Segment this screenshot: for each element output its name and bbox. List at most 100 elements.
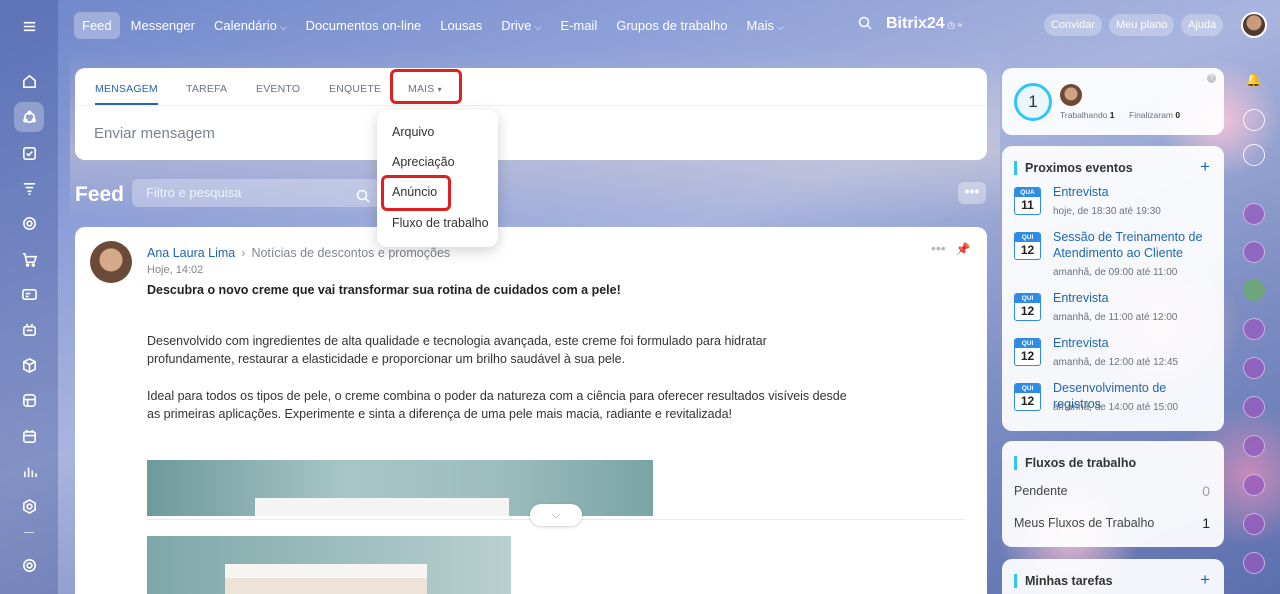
tab-enquete[interactable]: ENQUETE: [329, 83, 381, 95]
event-time: amanhã, de 14:00 até 15:00: [1053, 402, 1179, 413]
tasks-title[interactable]: Minhas tarefas: [1014, 574, 1113, 588]
working-count: 1: [1109, 110, 1115, 120]
chat-avatar[interactable]: [1243, 513, 1265, 535]
plan-label: Meu plano: [1116, 19, 1168, 31]
upcoming-events-widget: Proximos eventos + QUA 11 Entrevista hoje…: [1002, 146, 1224, 431]
brand-logo: Bitrix24 ◷ ≈: [886, 15, 963, 33]
menu-item-fluxo[interactable]: Fluxo de trabalho: [392, 216, 489, 230]
post-destination[interactable]: Notícias de descontos e promoções: [251, 246, 450, 260]
analytics-icon[interactable]: [14, 456, 44, 486]
clock-icon: ◷ ≈: [944, 20, 963, 30]
post-menu-icon[interactable]: •••: [931, 240, 946, 256]
filter-icon[interactable]: [14, 173, 44, 203]
message-input[interactable]: Enviar mensagem: [94, 125, 215, 142]
hex-icon[interactable]: [14, 491, 44, 521]
nav-label: Feed: [82, 17, 112, 33]
add-task-button[interactable]: +: [1200, 570, 1210, 590]
nav-label: E-mail: [560, 17, 598, 33]
box-icon[interactable]: [14, 350, 44, 380]
chat-avatar[interactable]: [1243, 552, 1265, 574]
workflows-title[interactable]: Fluxos de trabalho: [1014, 456, 1136, 470]
nav-more[interactable]: Mais ⌵: [739, 12, 792, 39]
worktime-counter[interactable]: 1: [1014, 83, 1052, 121]
chat-avatar[interactable]: [1243, 318, 1265, 340]
nav-boards[interactable]: Lousas: [432, 12, 490, 39]
worktime-widget: 1 Trabalhando 1 Finalizaram 0 ?: [1002, 68, 1224, 135]
chat-avatar[interactable]: [1243, 203, 1265, 225]
activity-icon[interactable]: [1243, 109, 1265, 131]
calendar-icon: QUI 12: [1014, 293, 1041, 321]
event-time: amanhã, de 12:00 até 12:45: [1053, 357, 1179, 368]
chat-avatar[interactable]: [1243, 435, 1265, 457]
store-icon[interactable]: [14, 244, 44, 274]
add-event-button[interactable]: +: [1200, 157, 1210, 177]
post-paragraph: Ideal para todos os tipos de pele, o cre…: [147, 389, 847, 421]
image-detail: [225, 564, 427, 594]
menu-item-apreciacao[interactable]: Apreciação: [392, 155, 455, 169]
tab-mensagem[interactable]: MENSAGEM: [95, 83, 158, 105]
search-icon[interactable]: [858, 16, 872, 33]
chat-avatar[interactable]: [1243, 357, 1265, 379]
avatar[interactable]: [1060, 84, 1082, 106]
tab-tarefa[interactable]: TAREFA: [186, 83, 227, 95]
nav-workgroups[interactable]: Grupos de trabalho: [608, 12, 735, 39]
calendar-grid-icon[interactable]: [14, 421, 44, 451]
event-title[interactable]: Entrevista: [1053, 184, 1213, 200]
chat-avatar[interactable]: [1243, 241, 1265, 263]
post-composer: MENSAGEM TAREFA EVENTO ENQUETE MAIS ▾ En…: [75, 68, 987, 160]
filter-search-input[interactable]: Filtro e pesquisa: [132, 179, 380, 207]
nav-email[interactable]: E-mail: [552, 12, 605, 39]
nav-drive[interactable]: Drive ⌵: [493, 12, 549, 39]
chat-avatar[interactable]: [1243, 279, 1265, 301]
help-icon[interactable]: ?: [1207, 74, 1216, 83]
robot-icon[interactable]: [14, 314, 44, 344]
help-button[interactable]: Ajuda: [1181, 14, 1224, 36]
event-day: 12: [1020, 304, 1035, 318]
pin-icon[interactable]: 📌: [956, 242, 971, 256]
menu-icon[interactable]: [14, 11, 44, 41]
event-day: 12: [1020, 243, 1035, 257]
crm-icon[interactable]: [14, 208, 44, 238]
event-weekday: QUI: [1015, 294, 1040, 303]
event-title[interactable]: Sessão de Treinamento de Atendimento ao …: [1053, 229, 1213, 261]
feed-more-button[interactable]: •••: [958, 182, 986, 204]
contacts-icon[interactable]: [14, 279, 44, 309]
event-title[interactable]: Entrevista: [1053, 290, 1213, 306]
menu-item-arquivo[interactable]: Arquivo: [392, 125, 434, 139]
author-avatar[interactable]: [90, 241, 132, 283]
plan-button[interactable]: Meu plano: [1109, 14, 1175, 36]
help-label: Ajuda: [1188, 19, 1217, 31]
invite-button[interactable]: Convidar: [1044, 14, 1103, 36]
finished-text: Finalizaram: [1129, 110, 1173, 120]
calendar-icon: QUI 12: [1014, 338, 1041, 366]
event-day: 12: [1020, 349, 1035, 363]
home-icon[interactable]: [14, 66, 44, 96]
events-title[interactable]: Proximos eventos: [1014, 161, 1133, 175]
expand-button[interactable]: ⌵: [530, 504, 582, 526]
nav-label: Drive: [501, 17, 532, 33]
brand-number: 24: [926, 15, 945, 32]
nav-documents[interactable]: Documentos on-line: [298, 12, 430, 39]
search-icon[interactable]: [356, 185, 370, 213]
sites-icon[interactable]: [14, 385, 44, 415]
workflow-pending-row[interactable]: Pendente 0: [1014, 483, 1210, 499]
tab-evento[interactable]: EVENTO: [256, 83, 300, 95]
settings-icon[interactable]: [14, 550, 44, 580]
event-weekday: QUI: [1015, 384, 1040, 393]
nav-messenger[interactable]: Messenger: [123, 12, 203, 39]
author-name[interactable]: Ana Laura Lima: [147, 246, 235, 260]
post-image[interactable]: [147, 536, 511, 594]
nav-feed[interactable]: Feed: [74, 11, 120, 39]
bell-icon[interactable]: 🔔: [1243, 72, 1265, 94]
tasks-icon[interactable]: [14, 138, 44, 168]
chat-avatar[interactable]: [1243, 474, 1265, 496]
workflow-mine-row[interactable]: Meus Fluxos de Trabalho 1: [1014, 515, 1210, 531]
chat-icon[interactable]: [1243, 144, 1265, 166]
chat-avatar[interactable]: [1243, 396, 1265, 418]
event-title[interactable]: Entrevista: [1053, 335, 1213, 351]
nav-label: Grupos de trabalho: [616, 17, 728, 33]
feed-icon[interactable]: [14, 102, 44, 132]
event-day: 12: [1020, 394, 1035, 408]
user-avatar[interactable]: [1241, 12, 1267, 38]
nav-calendar[interactable]: Calendário ⌵: [206, 12, 295, 39]
